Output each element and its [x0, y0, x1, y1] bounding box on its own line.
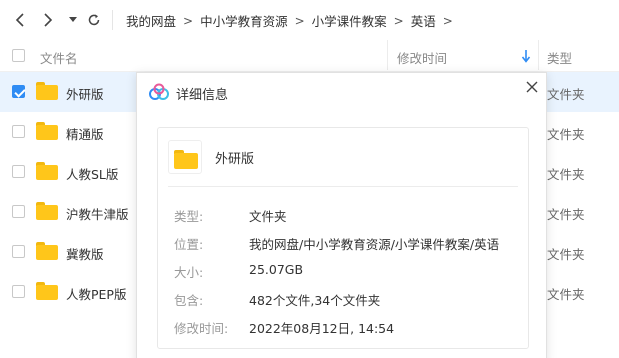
nav-divider: [112, 10, 113, 30]
column-resize-handle[interactable]: [538, 40, 539, 70]
row-checkbox[interactable]: [12, 125, 25, 138]
file-type: 文件夹: [547, 167, 585, 182]
breadcrumb-item-primary[interactable]: 小学课件教案: [312, 11, 387, 30]
refresh-button[interactable]: [84, 10, 104, 30]
detail-value: 2022年08月12日, 14:54: [249, 321, 395, 336]
column-resize-handle[interactable]: [387, 40, 388, 70]
details-file-name: 外研版: [215, 152, 255, 167]
detail-label: 修改时间:: [174, 321, 229, 336]
detail-label: 位置:: [174, 237, 204, 252]
breadcrumb-separator: >: [183, 13, 194, 28]
breadcrumb-separator: >: [294, 13, 305, 28]
detail-value: 482个文件,34个文件夹: [249, 293, 381, 308]
file-name[interactable]: 外研版: [66, 84, 104, 103]
file-name[interactable]: 精通版: [66, 124, 104, 143]
breadcrumb-item-root[interactable]: 我的网盘: [126, 11, 176, 30]
folder-icon: [36, 282, 58, 300]
history-dropdown-button[interactable]: [63, 10, 83, 30]
column-header-name[interactable]: 文件名: [40, 48, 78, 67]
folder-icon: [36, 202, 58, 220]
breadcrumb-item-english[interactable]: 英语: [411, 11, 436, 30]
folder-icon: [36, 242, 58, 260]
row-checkbox[interactable]: [12, 85, 25, 98]
file-type: 文件夹: [547, 287, 585, 302]
column-header-type[interactable]: 类型: [547, 48, 572, 67]
breadcrumb: 我的网盘 > 中小学教育资源 > 小学课件教案 > 英语 >: [126, 11, 460, 30]
detail-label: 包含:: [174, 293, 204, 308]
file-name[interactable]: 人教PEP版: [66, 284, 126, 303]
baidu-netdisk-logo-icon: [149, 83, 169, 100]
detail-value: 文件夹: [249, 209, 287, 224]
sort-down-arrow-icon[interactable]: [521, 49, 531, 63]
detail-value: 我的网盘/中小学教育资源/小学课件教案/英语: [249, 237, 500, 252]
row-checkbox[interactable]: [12, 245, 25, 258]
forward-button[interactable]: [38, 10, 58, 30]
column-header-modified[interactable]: 修改时间: [397, 48, 447, 67]
detail-value: 25.07GB: [249, 262, 304, 277]
caret-down-icon: [69, 17, 77, 22]
details-panel: 外研版 类型: 文件夹 位置: 我的网盘/中小学教育资源/小学课件教案/英语 大…: [157, 127, 529, 349]
file-type: 文件夹: [547, 207, 585, 222]
file-name[interactable]: 沪教牛津版: [66, 204, 129, 223]
row-checkbox[interactable]: [12, 285, 25, 298]
row-checkbox[interactable]: [12, 205, 25, 218]
back-button[interactable]: [10, 10, 30, 30]
breadcrumb-separator: >: [393, 13, 404, 28]
divider: [168, 186, 518, 187]
chevron-left-icon: [15, 13, 24, 27]
detail-label: 大小:: [174, 265, 204, 280]
row-checkbox[interactable]: [12, 165, 25, 178]
close-icon: [526, 81, 538, 93]
detail-label: 类型:: [174, 209, 204, 224]
top-nav: 我的网盘 > 中小学教育资源 > 小学课件教案 > 英语 >: [0, 0, 619, 40]
folder-icon: [168, 140, 202, 174]
file-name[interactable]: 人教SL版: [66, 164, 118, 183]
chevron-right-icon: [44, 13, 53, 27]
file-type: 文件夹: [547, 87, 585, 102]
folder-icon: [36, 122, 58, 140]
folder-icon: [36, 82, 58, 100]
details-dialog: 详细信息 外研版 类型: 文件夹 位置: 我的网盘/中小学教育资源/小学课件教案…: [136, 72, 547, 358]
dialog-title: 详细信息: [176, 88, 229, 103]
breadcrumb-item-education[interactable]: 中小学教育资源: [200, 11, 288, 30]
breadcrumb-separator: >: [442, 13, 453, 28]
file-name[interactable]: 冀教版: [66, 244, 104, 263]
file-type: 文件夹: [547, 127, 585, 142]
refresh-icon: [88, 14, 100, 26]
select-all-checkbox[interactable]: [12, 49, 25, 62]
close-button[interactable]: [523, 78, 541, 96]
folder-icon: [36, 162, 58, 180]
file-type: 文件夹: [547, 247, 585, 262]
